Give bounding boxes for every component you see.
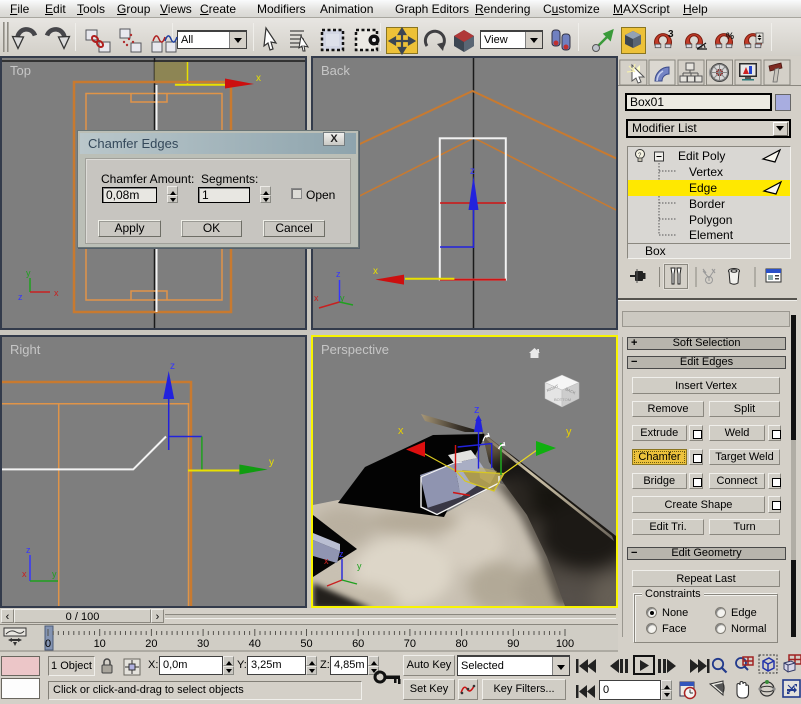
svg-text:z: z xyxy=(26,545,31,555)
svg-text:70: 70 xyxy=(404,638,416,650)
svg-text:x: x xyxy=(54,288,59,298)
svg-text:y: y xyxy=(52,569,57,579)
svg-text:100: 100 xyxy=(556,638,574,650)
svg-text:y: y xyxy=(566,426,572,438)
svg-text:x: x xyxy=(398,425,404,437)
svg-text:BOTTOM: BOTTOM xyxy=(554,397,571,402)
svg-text:z: z xyxy=(474,404,480,416)
svg-text:y: y xyxy=(357,561,362,571)
svg-text:%: % xyxy=(726,31,734,41)
svg-text:60: 60 xyxy=(352,638,364,650)
svg-text:z: z xyxy=(336,269,341,279)
svg-text:z: z xyxy=(18,292,23,302)
svg-text:10: 10 xyxy=(94,638,106,650)
svg-text:30: 30 xyxy=(197,638,209,650)
svg-text:80: 80 xyxy=(455,638,467,650)
svg-text:x: x xyxy=(314,293,319,303)
svg-text:40: 40 xyxy=(249,638,261,650)
svg-text:20: 20 xyxy=(145,638,157,650)
svg-text:y: y xyxy=(26,268,31,278)
svg-text:50: 50 xyxy=(300,638,312,650)
svg-text:x: x xyxy=(324,556,329,566)
svg-text:3: 3 xyxy=(668,29,674,40)
svg-text:y: y xyxy=(340,293,345,303)
svg-text:0: 0 xyxy=(45,638,51,650)
svg-text:x: x xyxy=(22,569,27,579)
svg-text:z: z xyxy=(170,361,175,372)
svg-text:z: z xyxy=(339,549,344,559)
svg-text:90: 90 xyxy=(507,638,519,650)
svg-text:y: y xyxy=(269,457,274,468)
svg-text:z: z xyxy=(470,166,475,177)
svg-text:x: x xyxy=(256,73,261,84)
svg-text:x: x xyxy=(373,266,378,277)
